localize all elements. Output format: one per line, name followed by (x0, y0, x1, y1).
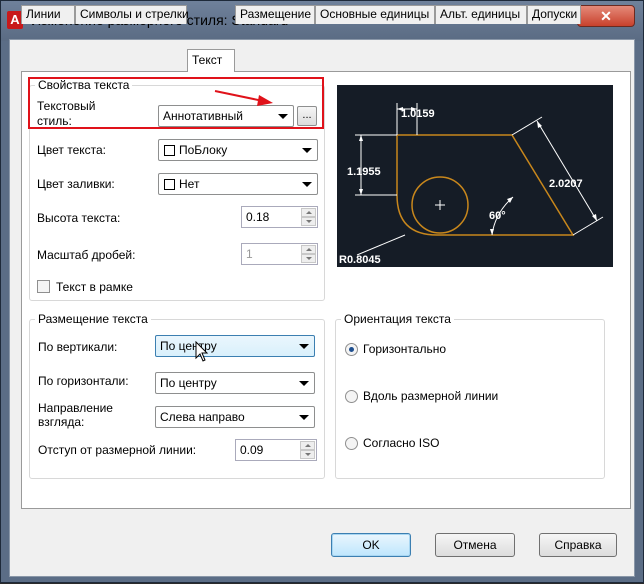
annotation-arrow (214, 90, 273, 106)
dialog-window: A Изменение размерного стиля: Standard ✕… (0, 0, 644, 583)
mouse-cursor-icon (195, 341, 209, 362)
tab-text[interactable]: Текст (187, 49, 235, 72)
